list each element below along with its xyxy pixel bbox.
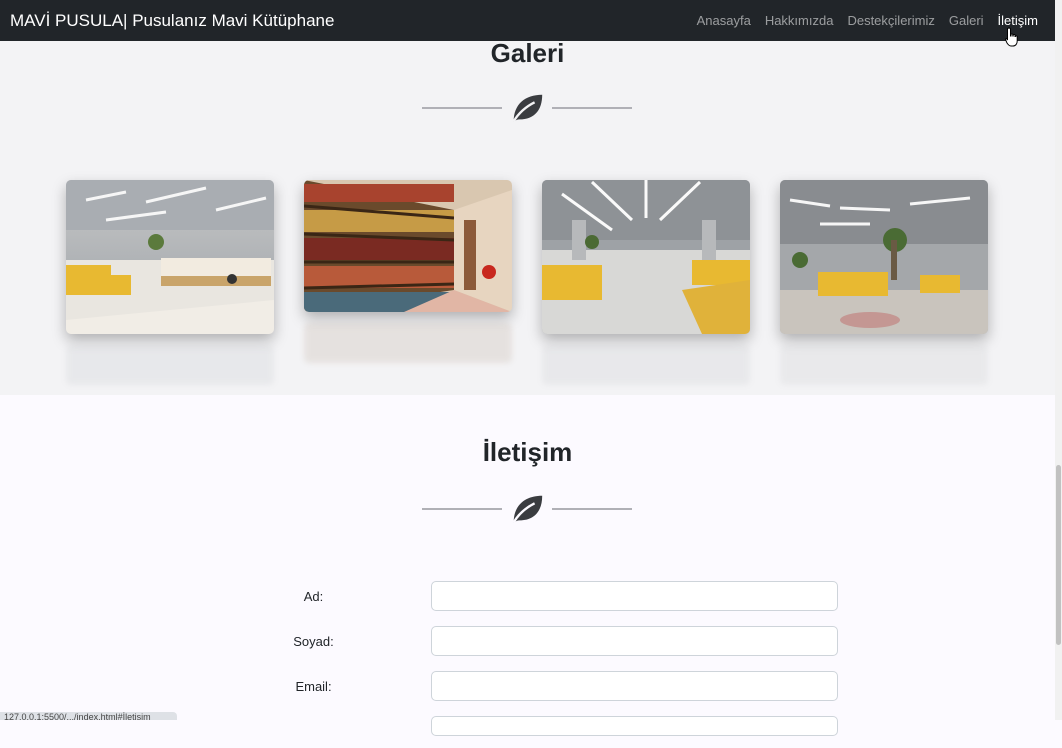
scrollbar-thumb[interactable]: [1056, 465, 1061, 645]
navbar-brand[interactable]: MAVİ PUSULA| Pusulanız Mavi Kütüphane: [10, 11, 334, 31]
form-row-ad: Ad:: [0, 581, 1055, 613]
nav-link-destekcilerimiz[interactable]: Destekçilerimiz: [847, 13, 934, 28]
gallery-divider: [422, 88, 632, 128]
form-row-soyad: Soyad:: [0, 626, 1055, 658]
photo-reflection: [542, 345, 750, 385]
nav-link-anasayfa[interactable]: Anasayfa: [697, 13, 751, 28]
library-photo-1[interactable]: [66, 180, 274, 334]
navbar: MAVİ PUSULA| Pusulanız Mavi Kütüphane An…: [0, 0, 1055, 41]
soyad-label: Soyad:: [293, 634, 334, 649]
leaf-icon: [512, 94, 543, 122]
gallery-title: Galeri: [490, 38, 565, 68]
photo-reflection: [304, 323, 512, 363]
form-row-next: [0, 716, 1055, 748]
gallery-section: Galeri: [0, 0, 1055, 395]
nav-link-hakkimizda[interactable]: Hakkımızda: [765, 13, 834, 28]
email-input[interactable]: [431, 671, 838, 701]
form-row-email: Email:: [0, 671, 1055, 703]
photo-reflection: [780, 345, 988, 385]
divider-line-left: [422, 508, 502, 510]
soyad-input[interactable]: [431, 626, 838, 656]
library-photo-3[interactable]: [542, 180, 750, 334]
contact-divider: [422, 489, 632, 529]
nav-link-galeri[interactable]: Galeri: [949, 13, 984, 28]
leaf-icon: [512, 495, 543, 523]
hand-cursor-icon: [1005, 27, 1018, 47]
ad-label: Ad:: [303, 589, 324, 604]
email-label: Email:: [295, 679, 332, 694]
divider-line-right: [552, 107, 632, 109]
photo-reflection: [66, 345, 274, 385]
library-photo-2[interactable]: [304, 180, 512, 312]
library-photo-4[interactable]: [780, 180, 988, 334]
nav-links: Anasayfa Hakkımızda Destekçilerimiz Gale…: [697, 13, 1038, 28]
ad-input[interactable]: [431, 581, 838, 611]
contact-section: İletişim Ad: Soyad: Email:: [0, 395, 1055, 736]
divider-line-right: [552, 508, 632, 510]
next-input[interactable]: [431, 716, 838, 736]
status-url-bar: 127.0.0.1:5500/.../index.html#İletişim: [0, 712, 177, 720]
nav-link-iletisim[interactable]: İletişim: [998, 13, 1038, 28]
divider-line-left: [422, 107, 502, 109]
contact-title: İletişim: [482, 437, 573, 467]
